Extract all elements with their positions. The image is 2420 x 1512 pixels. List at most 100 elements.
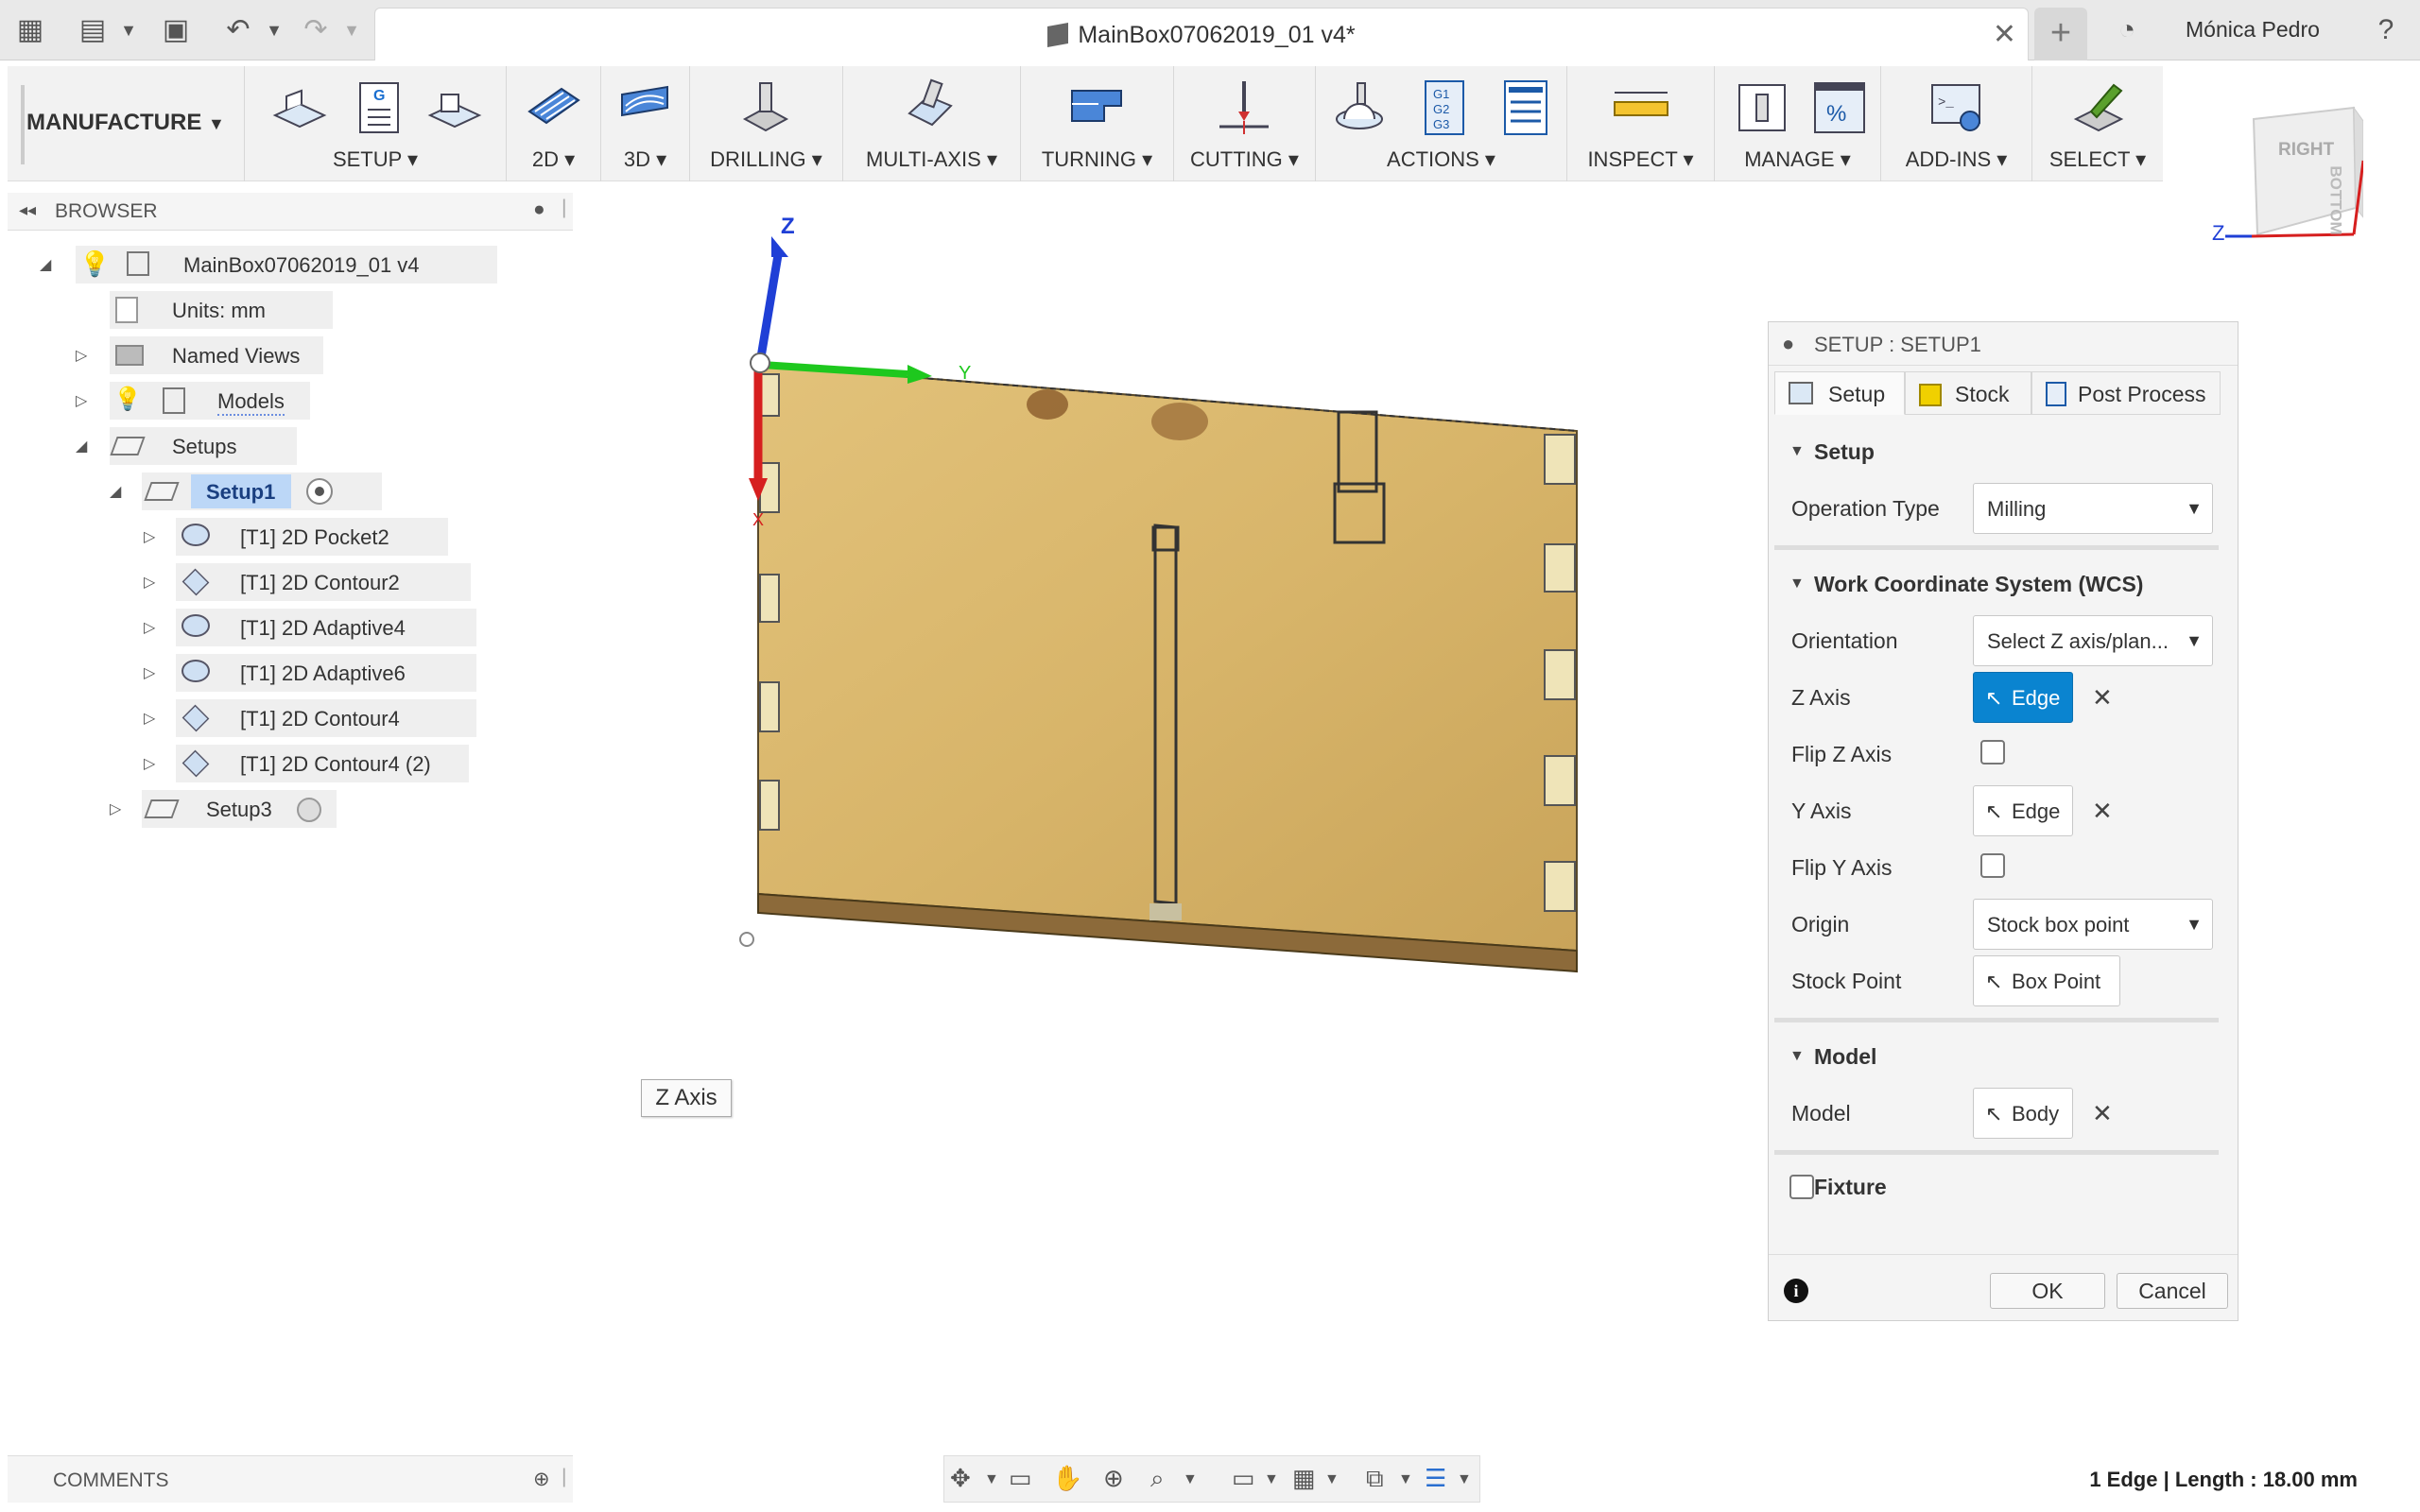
environment-icon[interactable]: ☰: [1425, 1464, 1446, 1493]
cutting-group[interactable]: CUTTING ▾: [1174, 66, 1316, 181]
z-axis-selector[interactable]: ↖ Edge: [1973, 672, 2073, 723]
tree-op-row[interactable]: ▷ [T1] 2D Contour4 (2): [38, 745, 492, 782]
comments-pin-icon[interactable]: |: [562, 1466, 566, 1488]
tree-setups[interactable]: ◢ Setups: [38, 427, 321, 465]
expand-triangle-icon[interactable]: ▷: [144, 573, 155, 592]
document-tab[interactable]: MainBox07062019_01 v4* ✕: [374, 8, 2029, 60]
cancel-button[interactable]: Cancel: [2117, 1273, 2228, 1309]
view-cube[interactable]: RIGHT BOTTOM Z: [2212, 104, 2365, 255]
wcs-section-toggle-icon[interactable]: ▼: [1789, 576, 1805, 593]
drilling-group[interactable]: DRILLING ▾: [690, 66, 843, 181]
clear-z-axis-icon[interactable]: ✕: [2092, 683, 2113, 713]
expand-triangle-icon[interactable]: ▷: [144, 709, 155, 728]
orbit-icon[interactable]: ✥: [950, 1464, 971, 1493]
flip-y-checkbox[interactable]: [1980, 853, 2005, 878]
flip-z-checkbox[interactable]: [1980, 740, 2005, 765]
operation-type-select[interactable]: Milling ▼: [1973, 483, 2213, 534]
visibility-bulb-icon[interactable]: 💡: [113, 386, 142, 412]
stock-point-selector[interactable]: ↖ Box Point: [1973, 955, 2120, 1006]
tree-setup3[interactable]: ▷ Setup3: [38, 790, 359, 828]
browser-minimize-icon[interactable]: ●: [533, 198, 545, 221]
info-icon[interactable]: i: [1784, 1279, 1808, 1303]
tree-op-row[interactable]: ▷ [T1] 2D Contour2: [38, 563, 473, 601]
viewports-icon[interactable]: ⧉: [1366, 1464, 1384, 1494]
actions-group[interactable]: G1 G2 G3 ACTIONS ▾: [1316, 66, 1567, 181]
collapse-triangle-icon[interactable]: ◢: [110, 482, 121, 501]
new-tab-button[interactable]: +: [2034, 8, 2087, 60]
orbit-chevron-icon[interactable]: ▼: [984, 1471, 999, 1488]
3d-viewport[interactable]: Z Y X: [586, 189, 1768, 1436]
expand-triangle-icon[interactable]: ▷: [144, 618, 155, 637]
multi-axis-group[interactable]: MULTI-AXIS ▾: [843, 66, 1021, 181]
zoom-chevron-icon[interactable]: ▼: [1183, 1471, 1198, 1488]
visibility-bulb-icon[interactable]: 💡: [79, 249, 110, 278]
job-status-icon[interactable]: ◔: [2110, 13, 2144, 47]
fixture-checkbox[interactable]: [1789, 1175, 1814, 1199]
y-axis-selector[interactable]: ↖ Edge: [1973, 785, 2073, 836]
display-chevron-icon[interactable]: ▼: [1264, 1471, 1279, 1488]
toolbar-grip[interactable]: [21, 85, 25, 164]
setup3-radio-icon[interactable]: [297, 798, 321, 822]
tree-units[interactable]: Units: mm: [38, 291, 333, 329]
tree-op-row[interactable]: ▷ [T1] 2D Pocket2: [38, 518, 473, 556]
zoom-window-icon[interactable]: ⌕: [1150, 1464, 1165, 1494]
model-section-toggle-icon[interactable]: ▼: [1789, 1048, 1805, 1065]
add-comment-icon[interactable]: ⊕: [533, 1468, 550, 1491]
model-selector[interactable]: ↖ Body: [1973, 1088, 2073, 1139]
expand-triangle-icon[interactable]: ▷: [144, 527, 155, 546]
close-tab-icon[interactable]: ✕: [1993, 18, 2016, 51]
collapse-browser-icon[interactable]: ◂◂: [19, 200, 36, 220]
3d-group[interactable]: 3D ▾: [601, 66, 690, 181]
expand-triangle-icon[interactable]: ▷: [144, 663, 155, 682]
file-menu-chevron-icon[interactable]: ▼: [112, 13, 146, 47]
tree-setup1[interactable]: ◢ Setup1: [38, 472, 382, 510]
tab-stock[interactable]: Stock: [1905, 371, 2031, 415]
expand-triangle-icon[interactable]: ▷: [76, 391, 87, 410]
file-icon[interactable]: ▤: [76, 13, 110, 47]
tab-setup[interactable]: Setup: [1774, 371, 1905, 415]
tree-named-views[interactable]: ▷ Named Views: [38, 336, 340, 374]
manage-group[interactable]: % MANAGE ▾: [1715, 66, 1881, 181]
active-setup-radio-icon[interactable]: [306, 478, 333, 505]
expand-triangle-icon[interactable]: ▷: [76, 346, 87, 365]
ok-button[interactable]: OK: [1990, 1273, 2105, 1309]
collapse-triangle-icon[interactable]: ◢: [76, 437, 87, 455]
environment-chevron-icon[interactable]: ▼: [1457, 1471, 1472, 1488]
select-group[interactable]: SELECT ▾: [2032, 66, 2163, 181]
origin-select[interactable]: Stock box point ▼: [1973, 899, 2213, 950]
browser-pin-icon[interactable]: |: [562, 197, 566, 219]
tree-op-row[interactable]: ▷ [T1] 2D Adaptive6: [38, 654, 476, 692]
viewports-chevron-icon[interactable]: ▼: [1398, 1471, 1413, 1488]
model-section-title[interactable]: Model: [1814, 1044, 1876, 1070]
clear-model-icon[interactable]: ✕: [2092, 1099, 2113, 1128]
model-graphic[interactable]: [586, 189, 1768, 1040]
user-name[interactable]: Mónica Pedro: [2186, 17, 2320, 43]
setup-section-title[interactable]: Setup: [1814, 439, 1875, 465]
redo-chevron-icon[interactable]: ▼: [335, 13, 369, 47]
app-grid-icon[interactable]: ▦: [13, 13, 47, 47]
add-ins-group[interactable]: >_ ADD-INS ▾: [1881, 66, 2032, 181]
2d-group[interactable]: 2D ▾: [507, 66, 601, 181]
expand-triangle-icon[interactable]: ▷: [110, 799, 121, 818]
workspace-switcher[interactable]: MANUFACTURE ▼: [26, 110, 225, 136]
setup-group[interactable]: G SETUP ▾: [244, 66, 507, 181]
tree-models[interactable]: ▷ 💡 Models: [38, 382, 340, 420]
turning-group[interactable]: TURNING ▾: [1021, 66, 1174, 181]
setup-section-toggle-icon[interactable]: ▼: [1789, 443, 1805, 460]
expand-triangle-icon[interactable]: ▷: [144, 754, 155, 773]
save-icon[interactable]: ▣: [159, 13, 193, 47]
wcs-section-title[interactable]: Work Coordinate System (WCS): [1814, 572, 2143, 597]
zoom-icon[interactable]: ⊕: [1103, 1464, 1124, 1493]
pan-icon[interactable]: ✋: [1052, 1464, 1082, 1493]
dialog-header[interactable]: ● SETUP : SETUP1: [1769, 322, 2238, 366]
orientation-select[interactable]: Select Z axis/plan... ▼: [1973, 615, 2213, 666]
undo-chevron-icon[interactable]: ▼: [257, 13, 291, 47]
tree-op-row[interactable]: ▷ [T1] 2D Adaptive4: [38, 609, 476, 646]
grid-chevron-icon[interactable]: ▼: [1324, 1471, 1340, 1488]
inspect-group[interactable]: INSPECT ▾: [1567, 66, 1715, 181]
display-settings-icon[interactable]: ▭: [1232, 1464, 1255, 1493]
tree-root[interactable]: ◢ 💡 MainBox07062019_01 v4: [38, 246, 497, 284]
tree-op-row[interactable]: ▷ [T1] 2D Contour4: [38, 699, 476, 737]
look-at-icon[interactable]: ▭: [1009, 1464, 1032, 1493]
redo-icon[interactable]: ↷: [299, 13, 333, 47]
